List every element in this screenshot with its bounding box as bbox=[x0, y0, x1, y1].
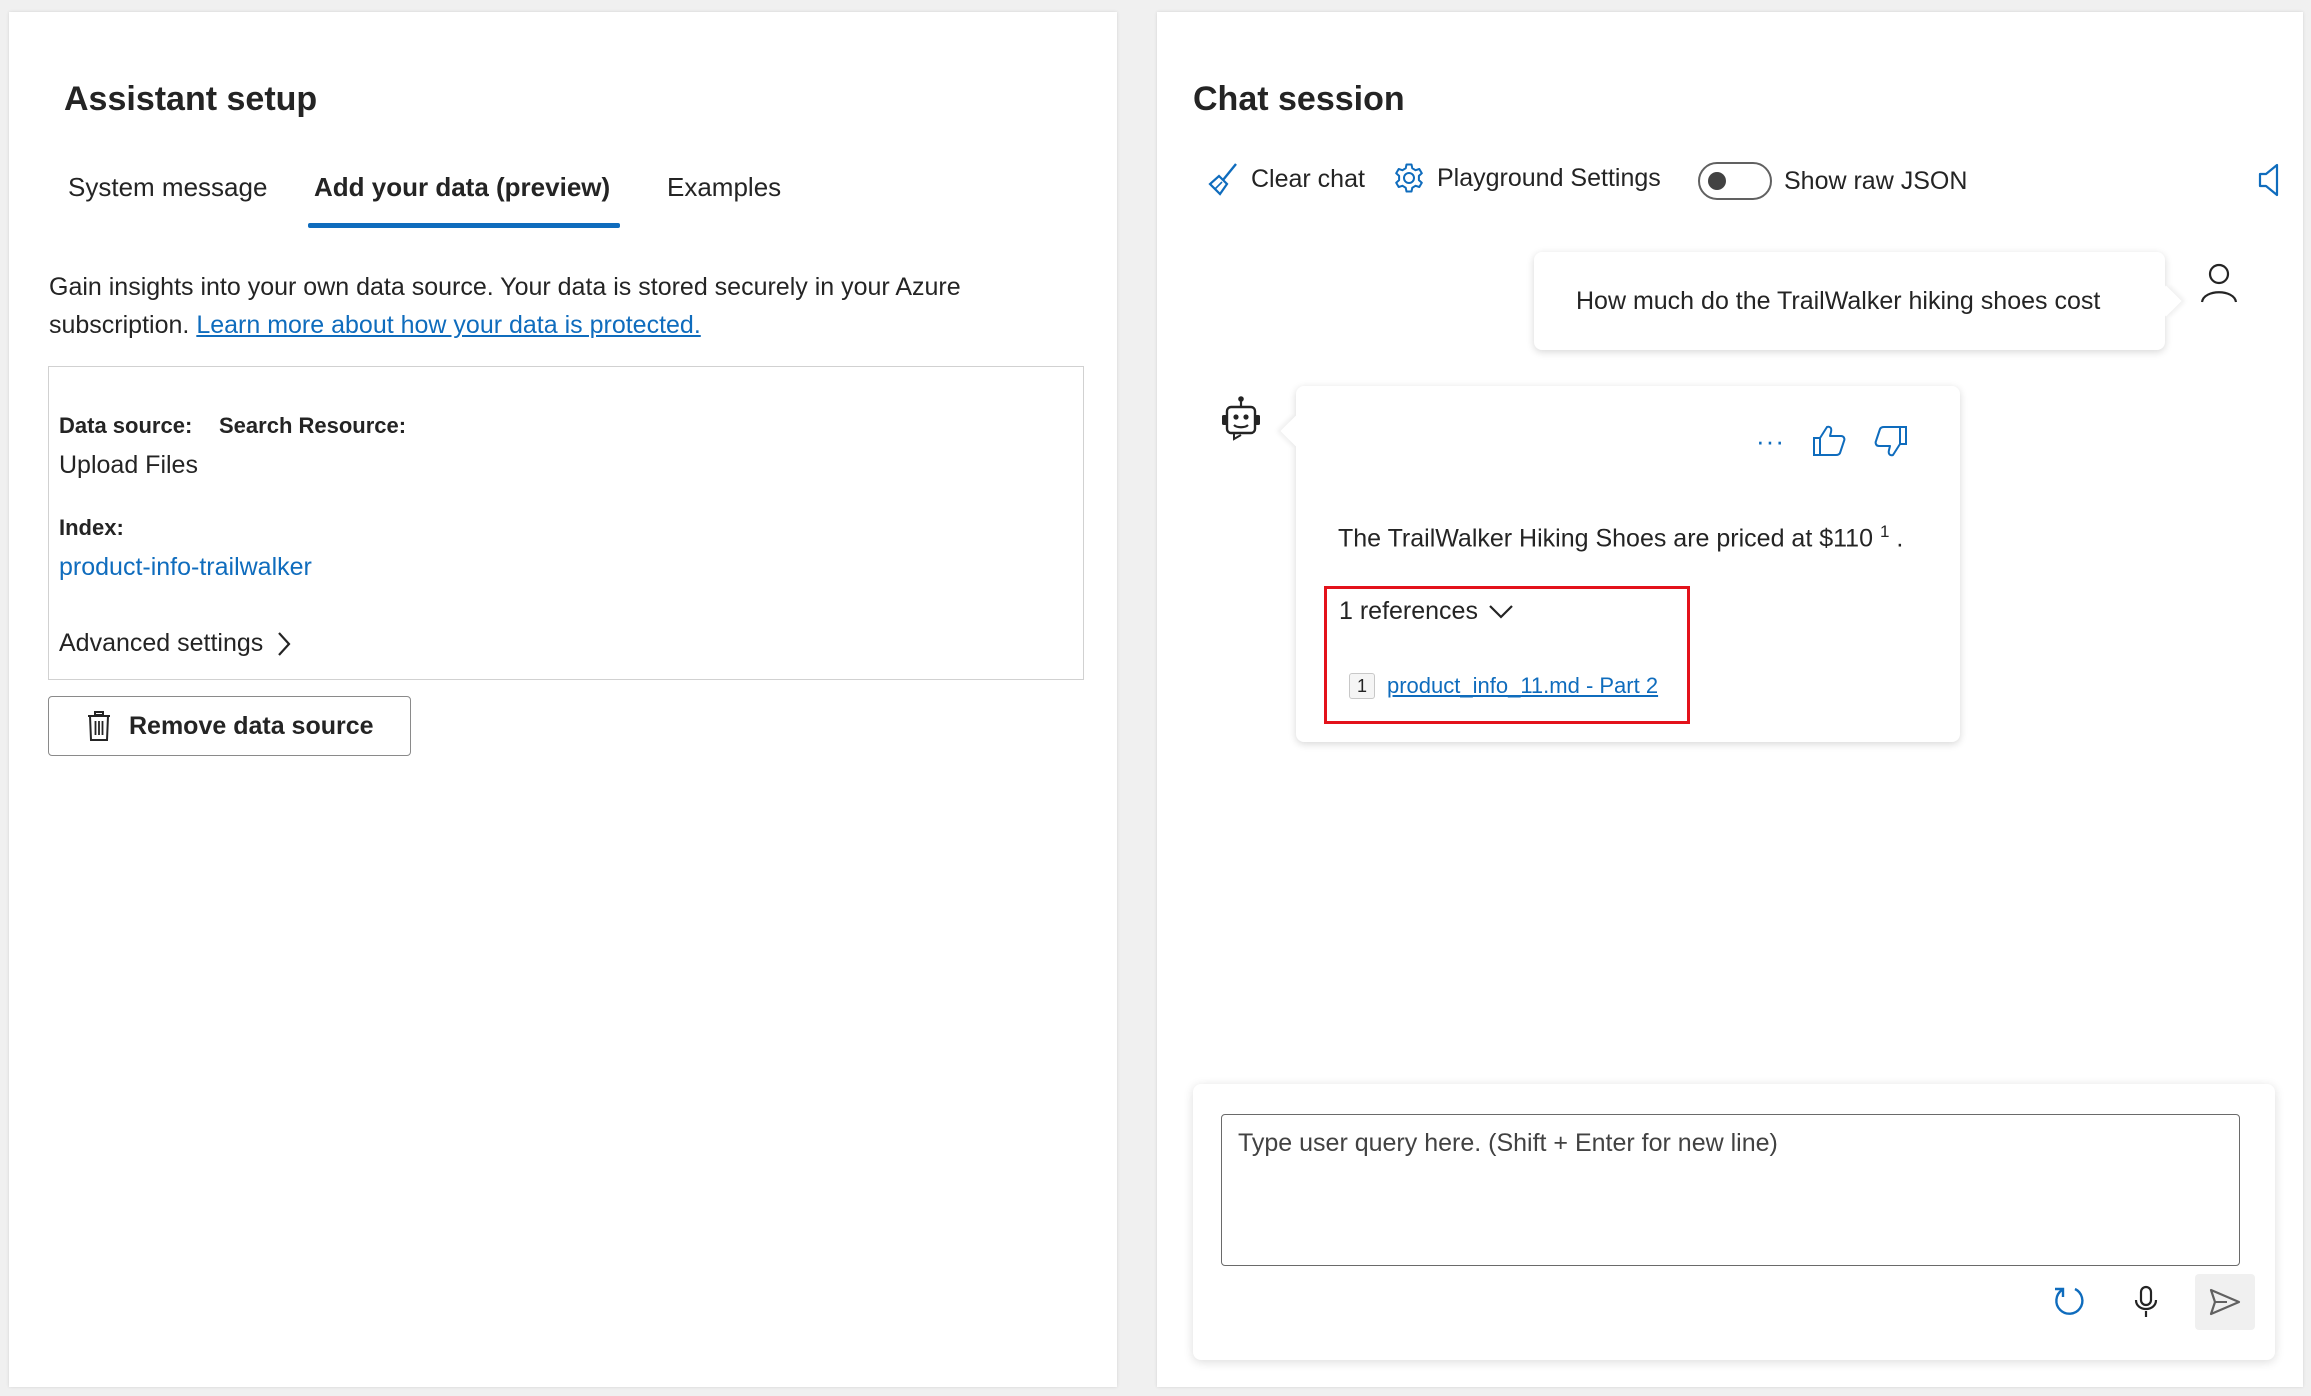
gear-icon bbox=[1395, 163, 1423, 193]
assistant-setup-panel: Assistant setup System message Add your … bbox=[9, 12, 1117, 1387]
citation-marker[interactable]: 1 bbox=[1880, 522, 1889, 541]
regenerate-button[interactable] bbox=[2043, 1274, 2097, 1330]
playground-settings-button[interactable]: Playground Settings bbox=[1393, 162, 1661, 194]
clear-chat-button[interactable]: Clear chat bbox=[1207, 162, 1365, 196]
playground-settings-label: Playground Settings bbox=[1437, 163, 1661, 192]
send-button[interactable] bbox=[2195, 1274, 2255, 1330]
send-icon bbox=[2209, 1288, 2241, 1316]
data-source-box: Data source: Search Resource: Upload Fil… bbox=[48, 366, 1084, 680]
assistant-message-bubble: ··· The TrailWalker Hiking Shoes are pri… bbox=[1296, 386, 1960, 742]
data-source-label: Data source: bbox=[59, 413, 193, 438]
chat-session-panel: Chat session Clear chat Playground Setti… bbox=[1157, 12, 2303, 1387]
more-options-button[interactable]: ··· bbox=[1756, 428, 1785, 454]
remove-data-source-button[interactable]: Remove data source bbox=[48, 696, 411, 756]
assistant-setup-title: Assistant setup bbox=[64, 80, 318, 118]
reference-number: 1 bbox=[1349, 673, 1375, 699]
user-query-input[interactable] bbox=[1221, 1114, 2240, 1266]
answer-trailing: . bbox=[1896, 524, 1904, 553]
references-toggle[interactable]: 1 references bbox=[1339, 597, 1514, 626]
advanced-settings-toggle[interactable]: Advanced settings bbox=[59, 629, 291, 658]
refresh-icon bbox=[2055, 1287, 2084, 1315]
thumbs-down-icon[interactable] bbox=[1873, 424, 1909, 458]
index-value-link[interactable]: product-info-trailwalker bbox=[59, 553, 312, 582]
learn-more-link[interactable]: Learn more about how your data is protec… bbox=[196, 311, 700, 339]
broom-icon bbox=[1208, 163, 1237, 196]
tab-examples[interactable]: Examples bbox=[667, 172, 781, 203]
microphone-button[interactable] bbox=[2119, 1274, 2173, 1330]
microphone-icon bbox=[2134, 1285, 2158, 1317]
data-description: Gain insights into your own data source.… bbox=[49, 268, 1089, 344]
bot-avatar bbox=[1220, 395, 1262, 448]
bot-icon bbox=[1222, 396, 1260, 441]
index-label: Index: bbox=[59, 515, 124, 540]
show-raw-json-switch[interactable]: Show raw JSON bbox=[1698, 162, 1967, 200]
chat-input-card bbox=[1193, 1084, 2275, 1360]
speaker-button[interactable] bbox=[2257, 162, 2283, 203]
chat-toolbar: Clear chat Playground Settings Show raw … bbox=[1207, 162, 2279, 206]
thumbs-up-icon[interactable] bbox=[1811, 424, 1847, 458]
references-highlight-box: 1 references 1 product_info_11.md - Part… bbox=[1324, 586, 1690, 724]
advanced-settings-label: Advanced settings bbox=[59, 629, 264, 657]
speaker-icon bbox=[2258, 163, 2279, 197]
answer-text: The TrailWalker Hiking Shoes are priced … bbox=[1338, 524, 1873, 553]
tab-system-message[interactable]: System message bbox=[68, 172, 267, 203]
person-icon bbox=[2200, 263, 2238, 303]
reference-item: 1 product_info_11.md - Part 2 bbox=[1349, 673, 1658, 699]
tab-add-your-data[interactable]: Add your data (preview) bbox=[314, 172, 610, 203]
assistant-message-text: The TrailWalker Hiking Shoes are priced … bbox=[1338, 522, 1903, 553]
user-avatar bbox=[2200, 262, 2238, 309]
search-resource-label: Search Resource: bbox=[219, 413, 407, 438]
message-actions: ··· bbox=[1756, 424, 1909, 458]
clear-chat-label: Clear chat bbox=[1251, 164, 1365, 193]
input-actions bbox=[2043, 1274, 2255, 1330]
data-source-value: Upload Files bbox=[59, 451, 198, 479]
show-raw-json-label: Show raw JSON bbox=[1784, 166, 1968, 195]
user-message-text: How much do the TrailWalker hiking shoes… bbox=[1576, 286, 2101, 315]
toggle-switch[interactable] bbox=[1698, 162, 1772, 200]
remove-data-source-label: Remove data source bbox=[129, 711, 374, 740]
active-tab-indicator bbox=[308, 223, 620, 228]
chevron-right-icon bbox=[278, 631, 291, 656]
chevron-down-icon bbox=[1489, 604, 1513, 619]
trash-icon bbox=[88, 711, 110, 741]
reference-link[interactable]: product_info_11.md - Part 2 bbox=[1387, 673, 1658, 699]
chat-session-title: Chat session bbox=[1193, 80, 1405, 118]
references-label: 1 references bbox=[1339, 597, 1478, 625]
user-message-bubble: How much do the TrailWalker hiking shoes… bbox=[1534, 252, 2165, 350]
